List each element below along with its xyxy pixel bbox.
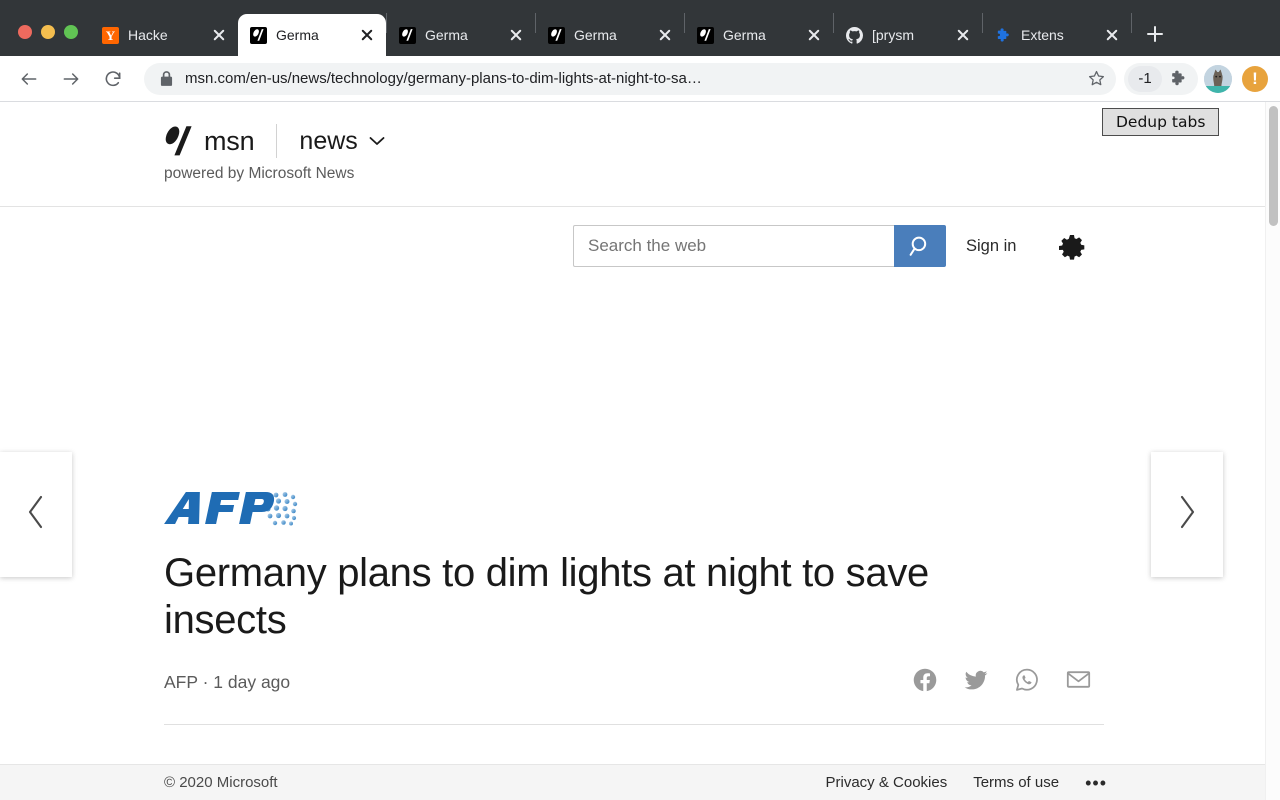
tab-title: Germa bbox=[574, 27, 617, 43]
github-icon bbox=[846, 26, 863, 44]
search-button[interactable] bbox=[894, 225, 946, 267]
warning-icon[interactable]: ! bbox=[1242, 65, 1268, 92]
msn-article-page: msn news powered by Microsoft News Searc… bbox=[0, 102, 1265, 800]
close-tab-button[interactable] bbox=[654, 24, 676, 46]
browser-tab[interactable]: Germa bbox=[387, 14, 535, 56]
article-meta: AFP · 1 day ago bbox=[164, 666, 1104, 698]
msn-butterfly-icon bbox=[399, 26, 416, 44]
tab-title: [prysm bbox=[872, 27, 914, 43]
msn-butterfly-icon bbox=[548, 26, 565, 44]
cat-avatar[interactable] bbox=[1204, 64, 1232, 93]
star-icon[interactable] bbox=[1082, 65, 1110, 93]
tab-title: Hacke bbox=[128, 27, 168, 43]
arrow-right-icon[interactable] bbox=[54, 62, 88, 96]
warning-glyph: ! bbox=[1252, 69, 1258, 88]
browser-tab[interactable]: Germa bbox=[685, 14, 833, 56]
chevron-left-icon bbox=[23, 492, 49, 537]
close-tab-button[interactable] bbox=[356, 24, 378, 46]
tab-title: Germa bbox=[425, 27, 468, 43]
reload-icon[interactable] bbox=[96, 62, 130, 96]
browser-window: Y Hacke Germa Germa Germa Germa [prysm E… bbox=[0, 0, 1280, 800]
msn-butterfly-icon bbox=[250, 26, 267, 44]
page-viewport: msn news powered by Microsoft News Searc… bbox=[0, 102, 1280, 800]
search-input[interactable] bbox=[573, 225, 894, 267]
tab-title: Germa bbox=[723, 27, 766, 43]
gear-icon[interactable] bbox=[1057, 233, 1087, 268]
close-tab-button[interactable] bbox=[208, 24, 230, 46]
tab-list: Y Hacke Germa Germa Germa Germa [prysm E… bbox=[90, 0, 1280, 56]
article: Germany plans to dim lights at night to … bbox=[164, 482, 1104, 800]
tab-strip: Y Hacke Germa Germa Germa Germa [prysm E… bbox=[0, 0, 1280, 56]
email-icon[interactable] bbox=[1065, 666, 1092, 698]
twitter-icon[interactable] bbox=[963, 667, 989, 698]
browser-toolbar: msn.com/en-us/news/technology/germany-pl… bbox=[0, 56, 1280, 102]
brand-tagline: powered by Microsoft News bbox=[164, 165, 355, 182]
puzzle-piece-icon bbox=[995, 27, 1012, 44]
browser-tab-active[interactable]: Germa bbox=[238, 14, 386, 56]
browser-tab[interactable]: Y Hacke bbox=[90, 14, 238, 56]
window-controls bbox=[8, 25, 90, 56]
site-footer: © 2020 Microsoft Privacy & Cookies Terms… bbox=[0, 764, 1265, 800]
carousel-next-button[interactable] bbox=[1151, 452, 1223, 577]
carousel-prev-button[interactable] bbox=[0, 452, 72, 577]
close-tab-button[interactable] bbox=[505, 24, 527, 46]
arrow-left-icon[interactable] bbox=[12, 62, 46, 96]
extensions-pill: -1 bbox=[1124, 62, 1198, 95]
extension-badge[interactable]: -1 bbox=[1128, 65, 1162, 92]
site-header: msn news powered by Microsoft News Searc… bbox=[0, 102, 1265, 267]
minimize-window-button[interactable] bbox=[41, 25, 55, 39]
section-name[interactable]: news bbox=[299, 127, 357, 156]
afp-logo bbox=[164, 482, 309, 532]
site-brand: msn news powered by Microsoft News bbox=[164, 124, 385, 183]
new-tab-button[interactable] bbox=[1138, 17, 1172, 51]
search-form bbox=[573, 225, 946, 267]
article-byline: AFP · 1 day ago bbox=[164, 671, 291, 692]
brand-divider bbox=[276, 124, 278, 158]
address-bar[interactable]: msn.com/en-us/news/technology/germany-pl… bbox=[144, 62, 1116, 95]
ellipsis-icon[interactable]: ••• bbox=[1085, 774, 1107, 792]
whatsapp-icon[interactable] bbox=[1014, 667, 1040, 698]
chevron-right-icon bbox=[1174, 492, 1200, 537]
divider bbox=[164, 724, 1104, 726]
article-headline: Germany plans to dim lights at night to … bbox=[164, 551, 929, 643]
puzzle-piece-icon[interactable] bbox=[1162, 65, 1194, 93]
tab-title: Germa bbox=[276, 27, 319, 43]
browser-tab[interactable]: Extens bbox=[983, 14, 1131, 56]
page-scrollbar[interactable] bbox=[1265, 102, 1280, 800]
copyright-text: © 2020 Microsoft bbox=[164, 774, 278, 791]
terms-of-use-link[interactable]: Terms of use bbox=[973, 774, 1059, 791]
msn-butterfly-icon bbox=[697, 26, 714, 44]
close-tab-button[interactable] bbox=[1101, 24, 1123, 46]
close-tab-button[interactable] bbox=[952, 24, 974, 46]
maximize-window-button[interactable] bbox=[64, 25, 78, 39]
msn-butterfly-icon[interactable] bbox=[164, 124, 194, 158]
close-window-button[interactable] bbox=[18, 25, 32, 39]
brand-name[interactable]: msn bbox=[204, 126, 255, 157]
url-text: msn.com/en-us/news/technology/germany-pl… bbox=[185, 70, 702, 87]
browser-tab[interactable]: Germa bbox=[536, 14, 684, 56]
chevron-down-icon[interactable] bbox=[369, 136, 385, 146]
share-buttons bbox=[912, 666, 1092, 698]
footer-links: Privacy & Cookies Terms of use ••• bbox=[826, 774, 1108, 792]
lock-icon bbox=[160, 71, 173, 86]
privacy-cookies-link[interactable]: Privacy & Cookies bbox=[826, 774, 948, 791]
facebook-icon[interactable] bbox=[912, 667, 938, 698]
tab-title: Extens bbox=[1021, 27, 1064, 43]
sign-in-link[interactable]: Sign in bbox=[966, 237, 1016, 256]
hackernews-icon: Y bbox=[102, 26, 119, 44]
tab-separator bbox=[1131, 13, 1132, 33]
scrollbar-thumb[interactable] bbox=[1269, 106, 1278, 226]
dedup-tabs-button[interactable]: Dedup tabs bbox=[1102, 108, 1220, 136]
close-tab-button[interactable] bbox=[803, 24, 825, 46]
browser-tab[interactable]: [prysm bbox=[834, 14, 982, 56]
